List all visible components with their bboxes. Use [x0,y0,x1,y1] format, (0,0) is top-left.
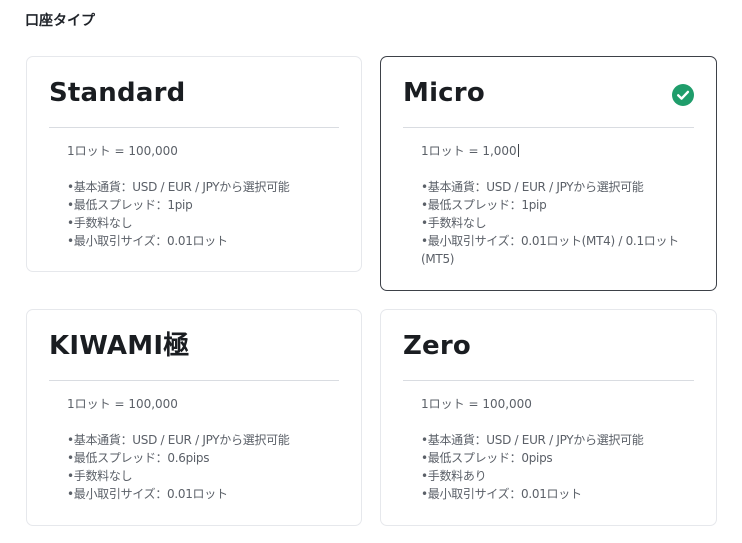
account-name: KIWAMI極 [49,331,190,361]
card-divider [403,127,694,128]
lot-size: 1ロット = 1,000 [421,144,517,158]
card-divider [403,380,694,381]
lot-size-wrapper: 1ロット = 1,000 [421,142,519,160]
check-circle-icon [672,84,694,106]
account-card-kiwami[interactable]: KIWAMI極 1ロット = 100,000 •基本通貨：USD / EUR /… [26,309,362,526]
feature-item: •最小取引サイズ：0.01ロット [67,487,228,501]
account-card-standard[interactable]: Standard 1ロット = 100,000 •基本通貨：USD / EUR … [26,56,362,272]
feature-item: •最低スプレッド：1pip [67,198,193,212]
feature-item: •最小取引サイズ：0.01ロット [421,487,582,501]
feature-item: •最低スプレッド：0pips [421,451,553,465]
account-card-zero[interactable]: Zero 1ロット = 100,000 •基本通貨：USD / EUR / JP… [380,309,717,526]
feature-list: •基本通貨：USD / EUR / JPYから選択可能 •最低スプレッド：1pi… [421,178,694,268]
feature-item: •基本通貨：USD / EUR / JPYから選択可能 [67,180,290,194]
account-name: Standard [49,78,186,108]
account-card-micro[interactable]: Micro 1ロット = 1,000 •基本通貨：USD / EUR / JPY… [380,56,717,291]
feature-list: •基本通貨：USD / EUR / JPYから選択可能 •最低スプレッド：1pi… [67,178,339,250]
lot-size: 1ロット = 100,000 [421,397,532,411]
card-divider [49,127,339,128]
feature-list: •基本通貨：USD / EUR / JPYから選択可能 •最低スプレッド：0.6… [67,431,339,503]
feature-item: •手数料あり [421,469,487,483]
feature-item: •基本通貨：USD / EUR / JPYから選択可能 [421,433,644,447]
feature-list: •基本通貨：USD / EUR / JPYから選択可能 •最低スプレッド：0pi… [421,431,694,503]
lot-size: 1ロット = 100,000 [67,144,178,158]
feature-item: •基本通貨：USD / EUR / JPYから選択可能 [67,433,290,447]
feature-item: •最低スプレッド：1pip [421,198,547,212]
feature-item: •手数料なし [67,469,133,483]
account-name: Zero [403,331,471,361]
lot-size: 1ロット = 100,000 [67,397,178,411]
section-title: 口座タイプ [25,13,95,29]
feature-item: •手数料なし [67,216,133,230]
feature-item: •手数料なし [421,216,487,230]
feature-item: •最小取引サイズ：0.01ロット(MT4) / 0.1ロット(MT5) [421,234,679,266]
feature-item: •最小取引サイズ：0.01ロット [67,234,228,248]
card-divider [49,380,339,381]
feature-item: •基本通貨：USD / EUR / JPYから選択可能 [421,180,644,194]
account-name: Micro [403,78,485,108]
feature-item: •最低スプレッド：0.6pips [67,451,210,465]
text-caret [517,144,519,157]
